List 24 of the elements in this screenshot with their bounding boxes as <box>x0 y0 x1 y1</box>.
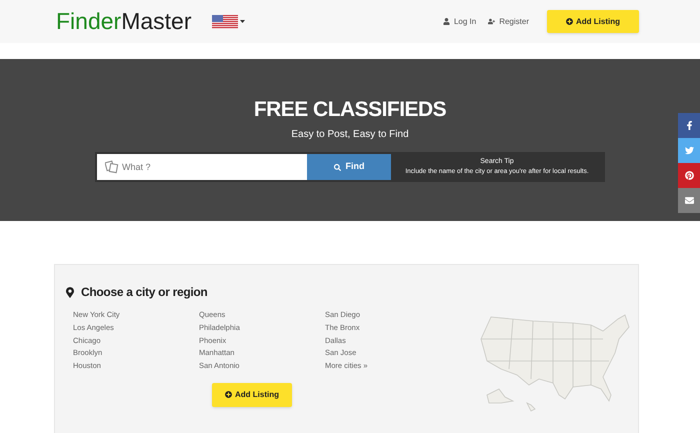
login-link[interactable]: Log In <box>442 16 476 28</box>
find-button[interactable]: Find <box>307 154 391 180</box>
pinterest-icon <box>684 171 694 180</box>
pinterest-share-button[interactable] <box>678 163 700 188</box>
add-listing-button[interactable]: Add Listing <box>212 382 292 407</box>
caret-icon[interactable] <box>240 20 244 23</box>
envelope-icon <box>684 196 694 205</box>
facebook-icon <box>684 121 694 130</box>
hero-title: FREE CLASSIFIEDS <box>254 99 446 120</box>
add-listing-button[interactable]: Add Listing <box>547 10 639 33</box>
email-share-button[interactable] <box>678 188 700 213</box>
register-link[interactable]: Register <box>488 16 529 28</box>
user-icon <box>488 18 496 25</box>
cities-title: Choose a city or region <box>81 284 208 301</box>
search-icon <box>334 164 340 170</box>
map-pin-icon <box>66 286 74 298</box>
user-icon <box>442 18 450 25</box>
facebook-share-button[interactable] <box>678 113 700 138</box>
search-field[interactable]: What ? <box>97 154 307 180</box>
logo-text[interactable]: FinderMaster <box>56 10 192 33</box>
cards-icon <box>105 160 119 174</box>
hero-subtitle: Easy to Post, Easy to Find <box>291 128 409 142</box>
us-flag-icon[interactable] <box>212 14 238 28</box>
twitter-icon <box>684 146 694 155</box>
